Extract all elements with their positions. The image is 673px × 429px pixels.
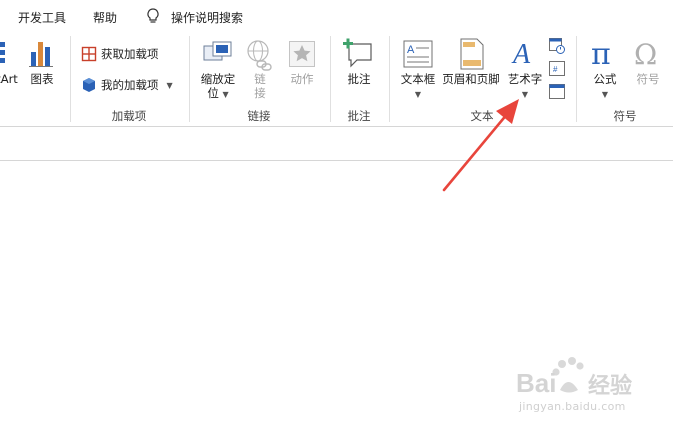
watermark-brand: Bai xyxy=(516,368,557,398)
watermark-brand-suffix: 经验 xyxy=(588,374,633,399)
watermark-url: jingyan.baidu.com xyxy=(519,400,626,413)
